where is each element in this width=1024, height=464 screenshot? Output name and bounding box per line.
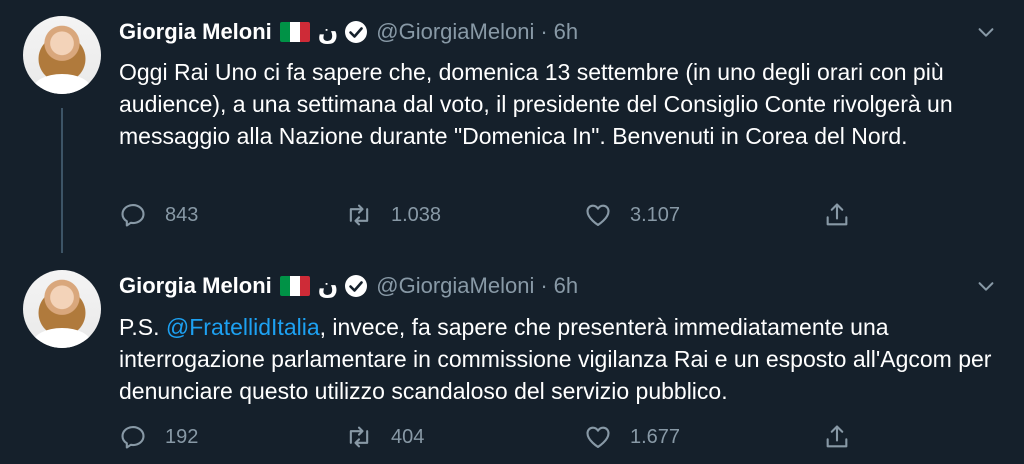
tweet-header: Giorgia Meloni ن @GiorgiaMeloni · 6h bbox=[119, 271, 578, 301]
like-button[interactable]: 3.107 bbox=[584, 201, 680, 229]
verified-badge-icon bbox=[345, 275, 368, 297]
retweet-count: 404 bbox=[391, 425, 425, 448]
share-button[interactable] bbox=[823, 423, 869, 451]
mention-link[interactable]: @FratellidItalia bbox=[166, 314, 320, 340]
author-handle[interactable]: @GiorgiaMeloni bbox=[376, 19, 534, 45]
author-handle[interactable]: @GiorgiaMeloni bbox=[376, 273, 534, 299]
reply-icon bbox=[121, 204, 145, 227]
retweet-icon bbox=[349, 426, 369, 448]
thread-connector-line bbox=[61, 108, 63, 253]
verified-badge-icon bbox=[345, 21, 368, 43]
reply-button[interactable]: 192 bbox=[119, 423, 198, 451]
avatar[interactable] bbox=[23, 16, 101, 94]
tweet-header: Giorgia Meloni ن @GiorgiaMeloni · 6h bbox=[119, 17, 578, 47]
reply-button[interactable]: 843 bbox=[119, 201, 198, 229]
tweet-time[interactable]: 6h bbox=[554, 273, 578, 299]
chevron-down-icon[interactable] bbox=[975, 275, 997, 297]
tweet-2[interactable]: Giorgia Meloni ن @GiorgiaMeloni · 6h P.S… bbox=[0, 255, 1024, 464]
retweet-icon bbox=[349, 204, 369, 226]
heart-icon bbox=[586, 204, 610, 226]
like-count: 1.677 bbox=[630, 425, 681, 448]
author-name-extra: ن bbox=[317, 18, 339, 46]
tweet-text: Oggi Rai Uno ci fa sapere che, domenica … bbox=[119, 59, 953, 149]
author-name[interactable]: Giorgia Meloni bbox=[119, 19, 272, 45]
tweet-actions: 843 1.038 3.107 bbox=[119, 201, 859, 231]
retweet-button[interactable]: 1.038 bbox=[345, 201, 441, 229]
heart-icon bbox=[586, 426, 610, 448]
italy-flag-icon bbox=[279, 22, 310, 42]
author-name-extra: ن bbox=[317, 272, 339, 300]
author-name[interactable]: Giorgia Meloni bbox=[119, 273, 272, 299]
retweet-count: 1.038 bbox=[391, 203, 442, 226]
separator-dot: · bbox=[540, 273, 548, 298]
tweet-time[interactable]: 6h bbox=[554, 19, 578, 45]
share-button[interactable] bbox=[823, 201, 869, 229]
retweet-button[interactable]: 404 bbox=[345, 423, 424, 451]
tweet-text: P.S. @FratellidItalia, invece, fa sapere… bbox=[119, 311, 1009, 407]
like-count: 3.107 bbox=[630, 203, 681, 226]
reply-count: 192 bbox=[165, 425, 199, 448]
tweet-actions: 192 404 1.677 bbox=[119, 423, 859, 453]
share-icon bbox=[826, 203, 848, 226]
reply-icon bbox=[121, 426, 145, 449]
separator-dot: · bbox=[540, 19, 548, 44]
italy-flag-icon bbox=[279, 276, 310, 296]
avatar[interactable] bbox=[23, 270, 101, 348]
like-button[interactable]: 1.677 bbox=[584, 423, 680, 451]
reply-count: 843 bbox=[165, 203, 199, 226]
share-icon bbox=[826, 425, 848, 448]
chevron-down-icon[interactable] bbox=[975, 21, 997, 43]
text-prefix: P.S. bbox=[119, 314, 166, 340]
tweet-1[interactable]: Giorgia Meloni ن @GiorgiaMeloni · 6h Ogg… bbox=[0, 0, 1024, 255]
